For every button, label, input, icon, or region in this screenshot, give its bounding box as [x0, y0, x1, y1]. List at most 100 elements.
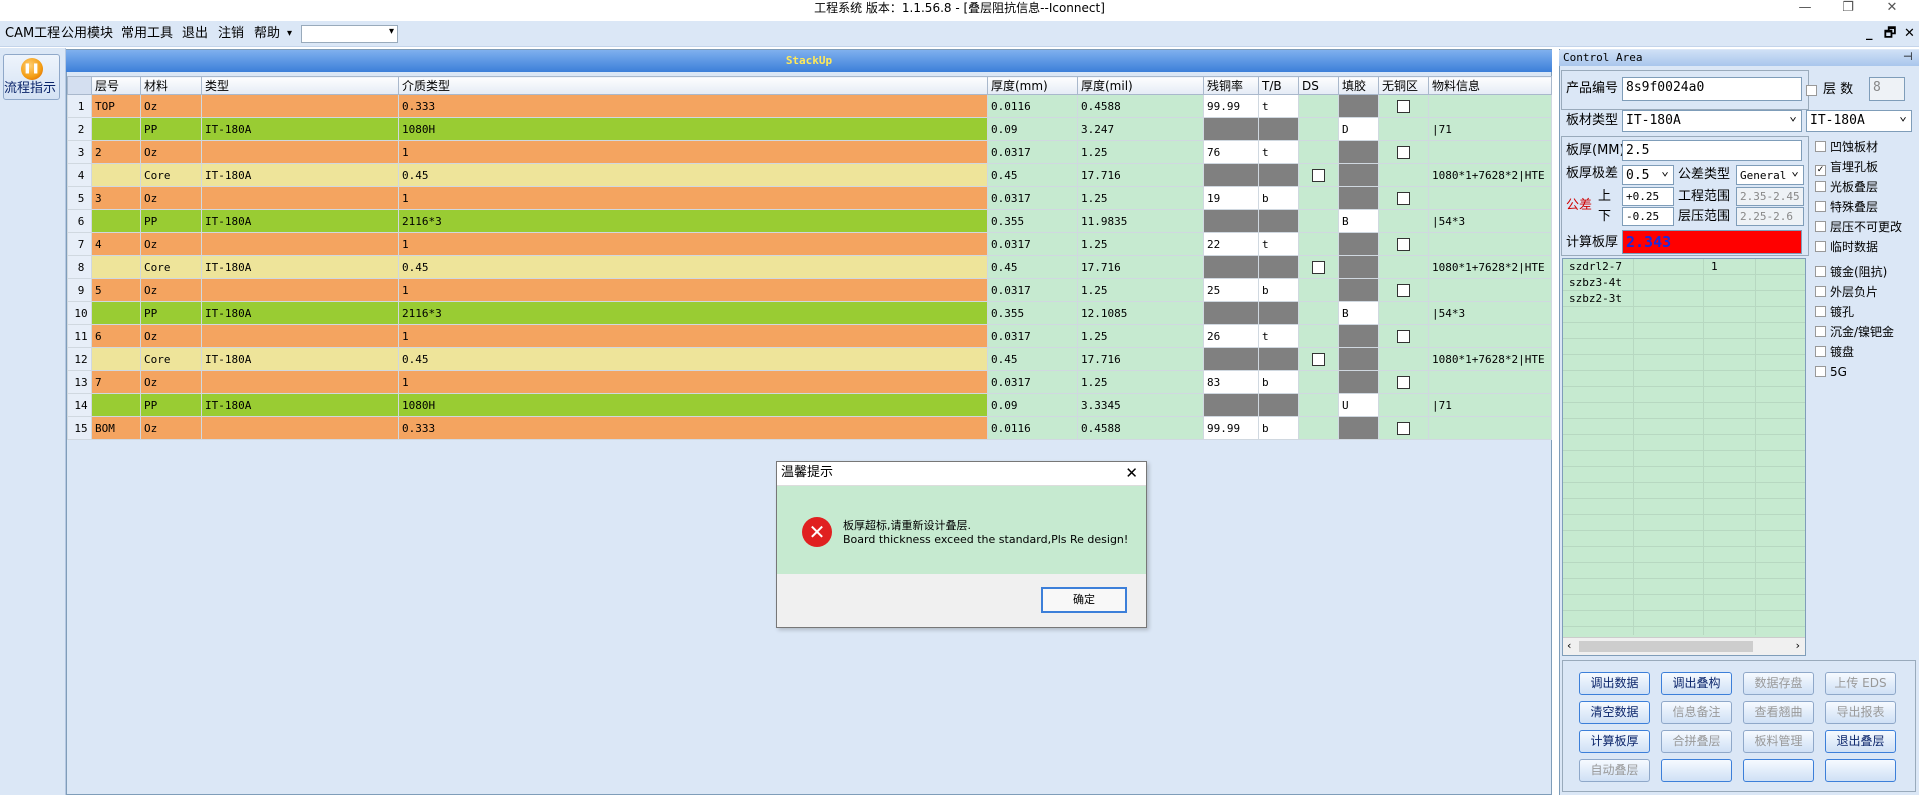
cell-tb[interactable]: b [1258, 370, 1299, 394]
cell-ds[interactable] [1298, 278, 1339, 302]
toolbar-combo[interactable]: ▾ [301, 25, 398, 43]
cell-layer[interactable]: 5 [91, 278, 141, 302]
table-row[interactable]: 5 3 Oz 1 0.0317 1.25 19 b [67, 186, 1552, 210]
list-item[interactable] [1563, 451, 1805, 467]
cell-dielectric[interactable]: 2116*3 [398, 301, 988, 325]
command-button[interactable]: 数据存盘 [1743, 672, 1814, 695]
command-button[interactable]: 退出叠层 [1825, 730, 1896, 753]
cell-residual-copper[interactable]: 22 [1203, 232, 1259, 256]
horizontal-scrollbar[interactable]: ‹ › [1563, 637, 1805, 655]
cell-dielectric[interactable]: 0.333 [398, 416, 988, 440]
close-icon[interactable]: ✕ [1125, 464, 1138, 482]
cell-material-info[interactable]: 1080*1+7628*2|HTE [1428, 347, 1552, 371]
mdi-minimize-icon[interactable]: _ [1866, 27, 1873, 41]
cell-residual-copper[interactable] [1203, 255, 1259, 279]
row-number[interactable]: 4 [67, 163, 92, 187]
cell-dielectric[interactable]: 1 [398, 278, 988, 302]
cell-material[interactable]: Oz [140, 370, 202, 394]
cell-type[interactable]: IT-180A [201, 301, 399, 325]
cell-fill[interactable]: D [1338, 117, 1379, 141]
cell-material[interactable]: Core [140, 255, 202, 279]
cell-thickness-mm[interactable]: 0.0317 [987, 324, 1078, 348]
cell-layer[interactable]: 7 [91, 370, 141, 394]
table-row[interactable]: 11 6 Oz 1 0.0317 1.25 26 t [67, 324, 1552, 348]
list-item[interactable] [1563, 403, 1805, 419]
cell-residual-copper[interactable]: 99.99 [1203, 416, 1259, 440]
command-button[interactable]: 自动叠层 [1579, 759, 1650, 782]
option-checkbox[interactable]: 5G [1815, 364, 1847, 380]
table-row[interactable]: 9 5 Oz 1 0.0317 1.25 25 b [67, 278, 1552, 302]
cell-material-info[interactable]: 1080*1+7628*2|HTE [1428, 163, 1552, 187]
cell-type[interactable] [201, 232, 399, 256]
col-no-copper[interactable]: 无铜区 [1378, 76, 1429, 95]
checkbox-box[interactable] [1815, 141, 1826, 152]
list-item[interactable] [1563, 355, 1805, 371]
cell-material[interactable]: PP [140, 117, 202, 141]
cell-material-info[interactable] [1428, 370, 1552, 394]
cell-type[interactable]: IT-180A [201, 255, 399, 279]
cell-residual-copper[interactable]: 19 [1203, 186, 1259, 210]
cell-thickness-mil[interactable]: 1.25 [1077, 232, 1204, 256]
cell-dielectric[interactable]: 0.45 [398, 347, 988, 371]
command-button[interactable]: 信息备注 [1661, 701, 1732, 724]
cell-material-info[interactable] [1428, 232, 1552, 256]
menu-exit[interactable]: 退出 [182, 26, 208, 42]
cell-dielectric[interactable]: 0.45 [398, 255, 988, 279]
cell-no-copper[interactable] [1378, 209, 1429, 233]
cell-dielectric[interactable]: 1080H [398, 117, 988, 141]
checkbox-box[interactable] [1815, 241, 1826, 252]
cell-no-copper[interactable] [1378, 324, 1429, 348]
option-checkbox[interactable]: ✓ 盲埋孔板 [1815, 159, 1878, 176]
cell-fill[interactable] [1338, 94, 1379, 118]
ds-checkbox[interactable] [1312, 352, 1325, 366]
row-number[interactable]: 6 [67, 209, 92, 233]
list-item[interactable] [1563, 307, 1805, 323]
cell-layer[interactable]: TOP [91, 94, 141, 118]
cell-ds[interactable] [1298, 186, 1339, 210]
cell-tb[interactable] [1258, 347, 1299, 371]
command-button[interactable] [1743, 759, 1814, 782]
cell-fill[interactable] [1338, 186, 1379, 210]
cell-fill[interactable]: U [1338, 393, 1379, 417]
menu-cam[interactable]: CAM工程 [5, 26, 60, 42]
cell-tb[interactable]: t [1258, 232, 1299, 256]
checkbox-box[interactable] [1815, 346, 1826, 357]
cell-fill[interactable] [1338, 140, 1379, 164]
col-tb[interactable]: T/B [1258, 76, 1299, 95]
cell-residual-copper[interactable]: 25 [1203, 278, 1259, 302]
cell-type[interactable]: IT-180A [201, 209, 399, 233]
table-row[interactable]: 4 Core IT-180A 0.45 0.45 17.716 1080*1+7628*2|… [67, 163, 1552, 187]
cell-material-info[interactable] [1428, 186, 1552, 210]
cell-layer[interactable]: 2 [91, 140, 141, 164]
command-button[interactable]: 板料管理 [1743, 730, 1814, 753]
checkbox-box[interactable] [1815, 306, 1826, 317]
row-number[interactable]: 8 [67, 255, 92, 279]
cell-material-info[interactable]: |71 [1428, 117, 1552, 141]
ds-checkbox[interactable] [1312, 168, 1325, 182]
cell-material-info[interactable] [1428, 324, 1552, 348]
cell-material[interactable]: Oz [140, 278, 202, 302]
col-dielectric[interactable]: 介质类型 [398, 76, 988, 95]
table-row[interactable]: 8 Core IT-180A 0.45 0.45 17.716 1080*1+7628*2|… [67, 255, 1552, 279]
row-number[interactable]: 1 [67, 94, 92, 118]
cell-residual-copper[interactable]: 26 [1203, 324, 1259, 348]
cell-layer[interactable] [91, 301, 141, 325]
cell-no-copper[interactable] [1378, 255, 1429, 279]
flow-indicator-button[interactable]: ❚❚ 流程指示 [3, 54, 60, 100]
cell-material-info[interactable]: |54*3 [1428, 209, 1552, 233]
cell-thickness-mm[interactable]: 0.0317 [987, 140, 1078, 164]
cell-layer[interactable]: 4 [91, 232, 141, 256]
cell-type[interactable]: IT-180A [201, 347, 399, 371]
table-row[interactable]: 1 TOP Oz 0.333 0.0116 0.4588 99.99 t [67, 94, 1552, 118]
cell-tb[interactable]: t [1258, 94, 1299, 118]
cell-residual-copper[interactable] [1203, 209, 1259, 233]
checkbox-box[interactable] [1815, 366, 1826, 377]
cell-type[interactable] [201, 416, 399, 440]
menu-common-modules[interactable]: 公用模块 [61, 26, 113, 42]
cell-tb[interactable]: t [1258, 324, 1299, 348]
layers-checkbox[interactable] [1806, 83, 1821, 99]
cell-layer[interactable] [91, 347, 141, 371]
cell-no-copper[interactable] [1378, 140, 1429, 164]
cell-ds[interactable] [1298, 209, 1339, 233]
cell-material[interactable]: Oz [140, 186, 202, 210]
